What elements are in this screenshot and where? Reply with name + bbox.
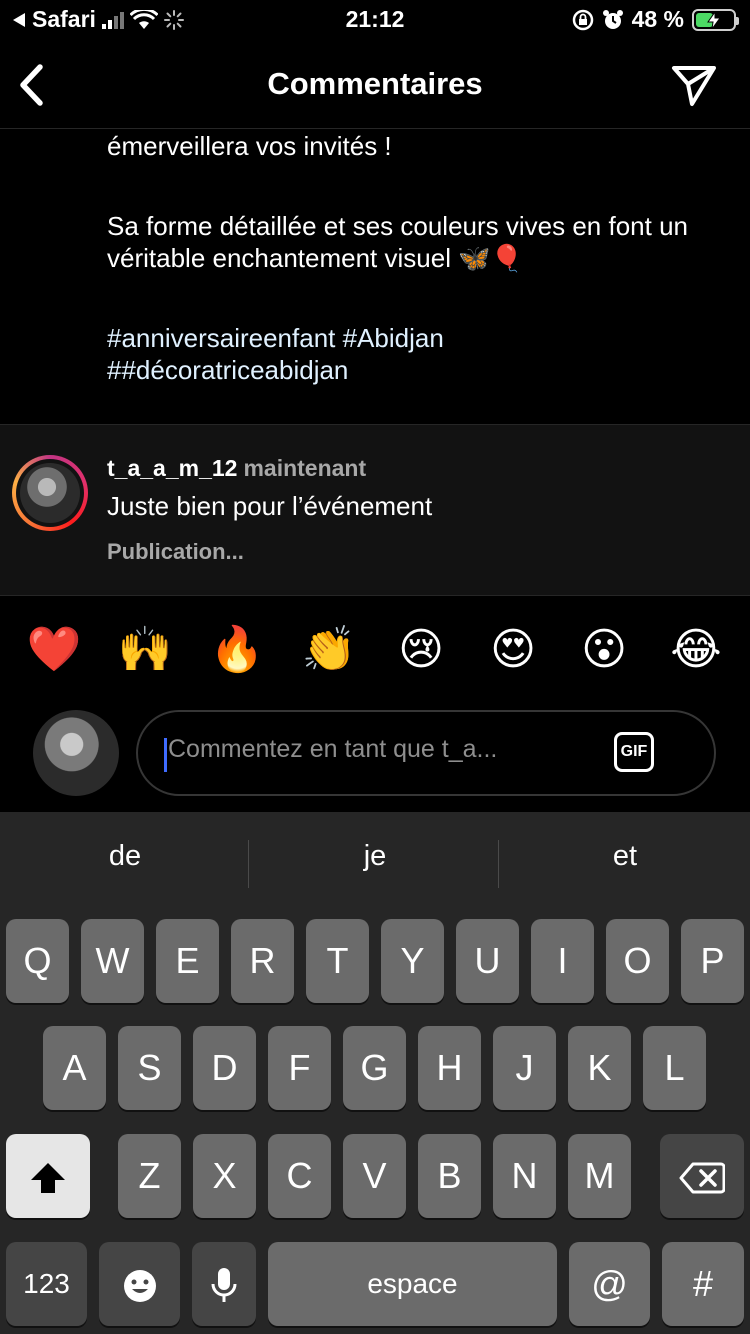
key-l[interactable]: L (643, 1026, 706, 1110)
avatar-photo (20, 463, 80, 523)
predictive-bar: de je et (0, 812, 750, 912)
key-f[interactable]: F (268, 1026, 331, 1110)
my-avatar (33, 710, 119, 796)
emoji-heart-eyes[interactable]: 😍 (483, 620, 543, 680)
emoji-reactions: ❤️ 🙌 🔥 👏 😢 😍 😮 😂 (0, 620, 750, 680)
emoji-crying[interactable]: 😢 (391, 620, 451, 680)
charging-bolt-icon (707, 11, 721, 29)
key-p[interactable]: P (681, 919, 744, 1003)
key-w[interactable]: W (81, 919, 144, 1003)
status-bar: Safari 21:12 48 % (0, 0, 750, 42)
battery-icon (692, 8, 739, 31)
battery-percent: 48 % (631, 6, 684, 32)
key-m[interactable]: M (568, 1134, 631, 1218)
key-b[interactable]: B (418, 1134, 481, 1218)
key-u[interactable]: U (456, 919, 519, 1003)
paper-plane-icon (672, 66, 716, 106)
key-d[interactable]: D (193, 1026, 256, 1110)
backspace-icon (679, 1162, 726, 1194)
microphone-icon (211, 1268, 237, 1303)
comment-status: Publication... (107, 539, 244, 564)
suggestion[interactable]: et (500, 840, 750, 873)
avatar[interactable] (12, 455, 88, 531)
caption-paragraph: Sa forme détaillée et ses couleurs vives… (107, 211, 688, 273)
alarm-icon (602, 9, 623, 29)
keyboard: de je et Q W E R T Y U I O P A S D F G H… (0, 812, 750, 1334)
numbers-key[interactable]: 123 (6, 1242, 87, 1326)
caption-hashtags: #anniversaireenfant #Abidjan ##décoratri… (107, 322, 717, 386)
emoji-surprised[interactable]: 😮 (574, 620, 634, 680)
hashtag-link[interactable]: ##décoratriceabidjan (107, 354, 717, 386)
comment-composer: GIF (0, 700, 750, 812)
dictation-key[interactable] (192, 1242, 256, 1326)
orientation-lock-icon (572, 9, 593, 30)
emoji-raised-hands[interactable]: 🙌 (115, 620, 175, 680)
key-g[interactable]: G (343, 1026, 406, 1110)
comment-text: Juste bien pour l’événement (107, 491, 433, 521)
key-c[interactable]: C (268, 1134, 331, 1218)
key-z[interactable]: Z (118, 1134, 181, 1218)
space-key[interactable]: espace (268, 1242, 557, 1326)
comment-input-box[interactable]: GIF (136, 710, 716, 796)
key-t[interactable]: T (306, 919, 369, 1003)
divider (248, 840, 249, 888)
key-v[interactable]: V (343, 1134, 406, 1218)
comment-input[interactable] (166, 734, 590, 765)
shift-arrow-icon (31, 1163, 65, 1194)
caption-line: émerveillera vos invités ! (107, 131, 392, 161)
page-title: Commentaires (267, 66, 483, 101)
suggestion[interactable]: je (250, 840, 500, 873)
key-n[interactable]: N (493, 1134, 556, 1218)
key-s[interactable]: S (118, 1026, 181, 1110)
shift-key[interactable] (6, 1134, 90, 1218)
gif-button[interactable]: GIF (614, 732, 654, 772)
at-key[interactable]: @ (569, 1242, 650, 1326)
key-x[interactable]: X (193, 1134, 256, 1218)
key-e[interactable]: E (156, 919, 219, 1003)
backspace-key[interactable] (660, 1134, 744, 1218)
key-i[interactable]: I (531, 919, 594, 1003)
key-k[interactable]: K (568, 1026, 631, 1110)
key-q[interactable]: Q (6, 919, 69, 1003)
hash-key[interactable]: # (662, 1242, 744, 1326)
key-a[interactable]: A (43, 1026, 106, 1110)
comment-username[interactable]: t_a_a_m_12 (107, 455, 237, 481)
comment-item: t_a_a_m_12 maintenant Juste bien pour l’é… (0, 424, 750, 596)
emoji-laughing[interactable]: 😂 (666, 620, 726, 680)
comment-timestamp: maintenant (243, 455, 367, 481)
key-r[interactable]: R (231, 919, 294, 1003)
emoji-heart[interactable]: ❤️ (24, 620, 84, 680)
key-h[interactable]: H (418, 1026, 481, 1110)
emoji-key[interactable] (99, 1242, 180, 1326)
header: Commentaires (0, 42, 750, 129)
key-y[interactable]: Y (381, 919, 444, 1003)
share-button[interactable] (670, 62, 720, 108)
key-j[interactable]: J (493, 1026, 556, 1110)
hashtag-link[interactable]: #anniversaireenfant #Abidjan (107, 322, 717, 354)
emoji-fire[interactable]: 🔥 (207, 620, 267, 680)
emoji-clapping[interactable]: 👏 (299, 620, 359, 680)
key-o[interactable]: O (606, 919, 669, 1003)
suggestion[interactable]: de (0, 840, 250, 873)
emoji-face-icon (123, 1270, 156, 1303)
divider (498, 840, 499, 888)
